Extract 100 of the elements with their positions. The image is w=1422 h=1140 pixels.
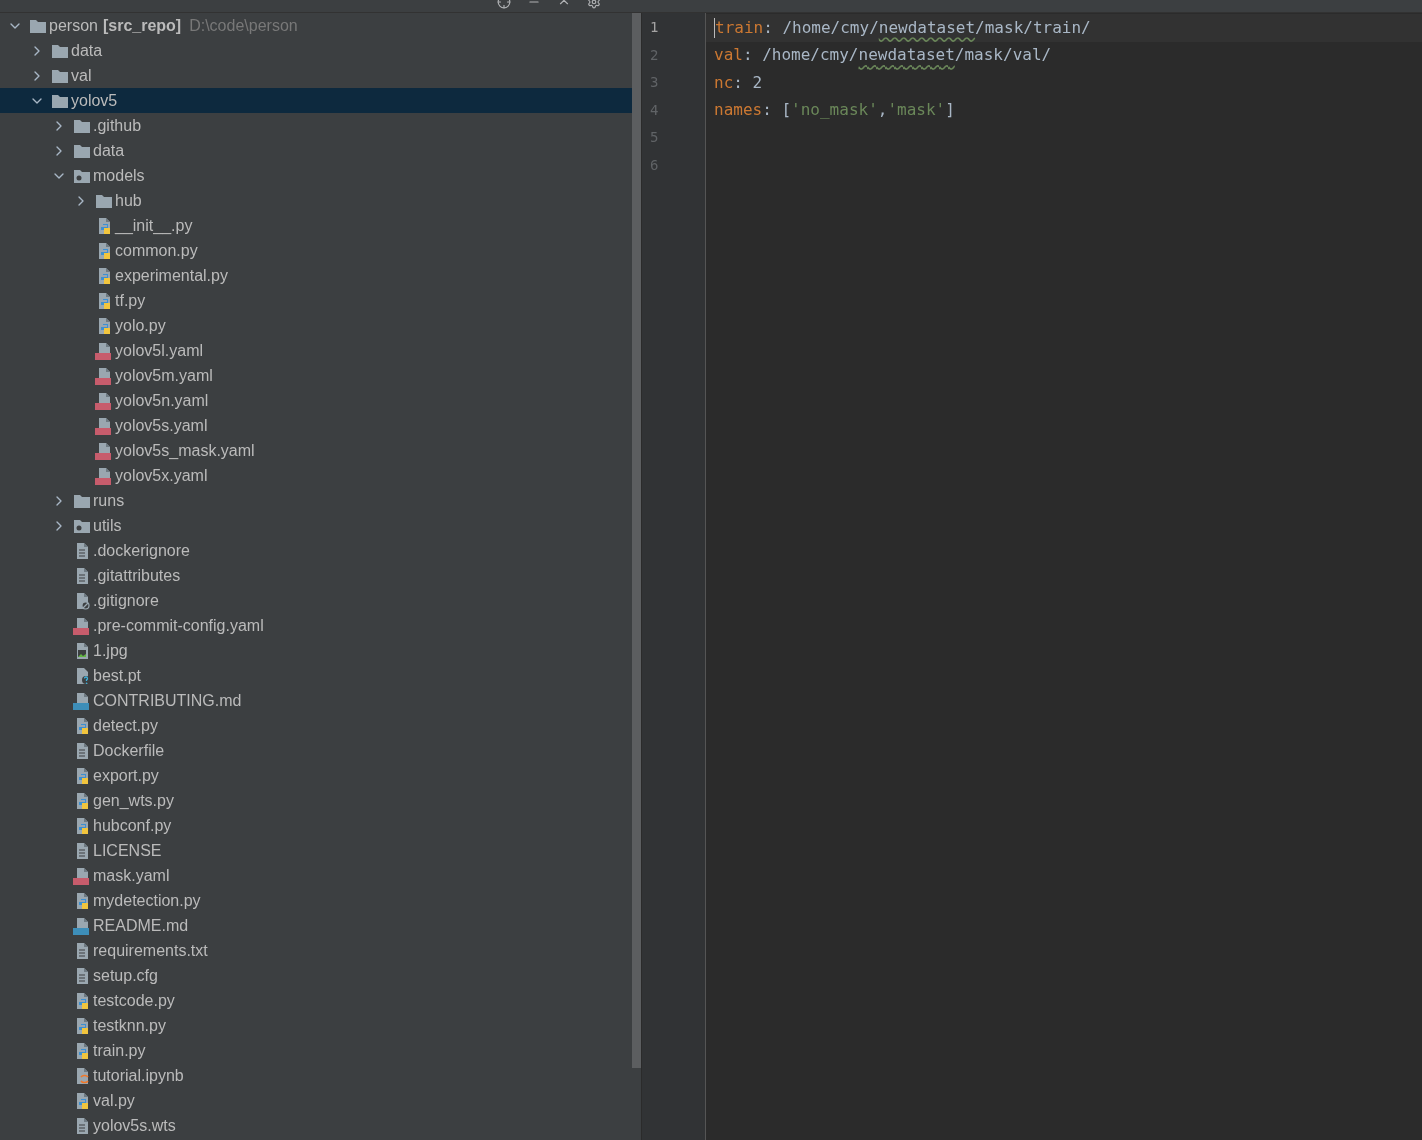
tree-row[interactable]: data <box>0 138 632 163</box>
tree-item-label: mask.yaml <box>93 865 170 886</box>
tree-item-label: val <box>71 65 92 86</box>
tree-item-label: hub <box>115 190 142 211</box>
tree-row[interactable]: tutorial.ipynb <box>0 1063 632 1088</box>
tree-item-label: utils <box>93 515 122 536</box>
tree-row[interactable]: hubconf.py <box>0 813 632 838</box>
tree-item-label: val.py <box>93 1090 135 1111</box>
tree-row[interactable]: .github <box>0 113 632 138</box>
yaml-file-icon <box>95 416 113 435</box>
tree-row[interactable]: .pre-commit-config.yaml <box>0 613 632 638</box>
tree-row[interactable]: mask.yaml <box>0 863 632 888</box>
folder-icon <box>73 142 91 159</box>
tree-row[interactable]: mydetection.py <box>0 888 632 913</box>
tree-item-label: yolov5m.yaml <box>115 365 213 386</box>
tree-row[interactable]: LICENSE <box>0 838 632 863</box>
tree-item-label: .github <box>93 115 142 136</box>
tree-row[interactable]: val <box>0 63 632 88</box>
tree-row[interactable]: requirements.txt <box>0 938 632 963</box>
folder-icon <box>73 117 91 134</box>
tree-item-label: experimental.py <box>115 265 228 286</box>
tree-item-label: Dockerfile <box>93 740 165 761</box>
tree-row[interactable]: yolov5s.wts <box>0 1113 632 1138</box>
tree-item-label: README.md <box>93 915 189 936</box>
tree-item-label: yolov5n.yaml <box>115 390 209 411</box>
yaml-file-icon <box>95 441 113 460</box>
tree-row[interactable]: yolov5 <box>0 88 632 113</box>
tree-row[interactable]: experimental.py <box>0 263 632 288</box>
tree-row[interactable]: gen_wts.py <box>0 788 632 813</box>
tree-row[interactable]: detect.py <box>0 713 632 738</box>
tree-item-label: __init__.py <box>115 215 193 237</box>
tree-row[interactable]: .gitattributes <box>0 563 632 588</box>
tree-item-label: setup.cfg <box>93 965 158 986</box>
tree-item-label: testknn.py <box>93 1015 166 1036</box>
yaml-file-icon <box>73 616 91 635</box>
tree-row[interactable]: yolov5s.yaml <box>0 413 632 438</box>
yaml-file-icon <box>73 866 91 885</box>
tree-row[interactable]: testcode.py <box>0 988 632 1013</box>
tree-row[interactable]: yolov5l.yaml <box>0 338 632 363</box>
tree-row[interactable]: data <box>0 38 632 63</box>
tree-row[interactable]: .dockerignore <box>0 538 632 563</box>
tree-row[interactable]: yolov5x.yaml <box>0 463 632 488</box>
tree-item-label: person <box>49 15 98 36</box>
tree-item-label: yolov5s.wts <box>93 1115 176 1136</box>
tree-row[interactable]: best.pt <box>0 663 632 688</box>
tree-row[interactable]: tf.py <box>0 288 632 313</box>
tree-item-label: mydetection.py <box>93 890 201 911</box>
yaml-file-icon <box>95 391 113 410</box>
tree-item-label: .gitattributes <box>93 565 181 586</box>
markdown-file-icon <box>73 916 91 935</box>
folder-icon <box>51 42 69 59</box>
tree-row[interactable]: yolov5s_mask.yaml <box>0 438 632 463</box>
code-line: names: ['no_mask','mask'] <box>713 99 956 122</box>
tree-row[interactable]: models <box>0 163 632 188</box>
tree-row[interactable]: testknn.py <box>0 1013 632 1038</box>
line-number: 1 <box>649 18 660 37</box>
tree-row[interactable]: __init__.py <box>0 213 632 238</box>
folder-icon <box>29 17 47 34</box>
tree-row[interactable]: README.md <box>0 913 632 938</box>
tree-item-label: yolov5s_mask.yaml <box>115 440 255 461</box>
folder-icon <box>51 67 69 84</box>
tree-item-label: data <box>71 40 103 61</box>
tree-item-label: 1.jpg <box>93 640 128 661</box>
tree-row[interactable]: export.py <box>0 763 632 788</box>
tree-row[interactable]: yolov5m.yaml <box>0 363 632 388</box>
tree-row[interactable]: train.py <box>0 1038 632 1063</box>
tree-item-label: CONTRIBUTING.md <box>93 690 242 711</box>
tree-item-label: runs <box>93 490 125 511</box>
tree-row[interactable]: common.py <box>0 238 632 263</box>
tree-row[interactable]: hub <box>0 188 632 213</box>
tree-item-label: gen_wts.py <box>93 790 174 811</box>
tree-item-label: export.py <box>93 765 159 786</box>
tree-row[interactable]: CONTRIBUTING.md <box>0 688 632 713</box>
tree-row[interactable]: yolov5n.yaml <box>0 388 632 413</box>
tree-row[interactable]: person [src_repo] D:\code\person <box>0 13 632 38</box>
tree-row[interactable]: 1.jpg <box>0 638 632 663</box>
tree-row[interactable]: Dockerfile <box>0 738 632 763</box>
module-tag: [src_repo] <box>102 13 182 38</box>
yaml-file-icon <box>95 341 113 360</box>
tree-item-label: yolov5x.yaml <box>115 465 208 486</box>
folder-icon <box>73 492 91 509</box>
tree-row[interactable]: val.py <box>0 1088 632 1113</box>
tree-item-label: hubconf.py <box>93 815 172 836</box>
tree-item-label: yolov5s.yaml <box>115 415 208 436</box>
tree-item-label: data <box>93 140 125 161</box>
tree-item-label: tutorial.ipynb <box>93 1065 184 1086</box>
tree-item-label: train.py <box>93 1040 146 1061</box>
tree-item-label: LICENSE <box>93 840 162 861</box>
tree-row[interactable]: .gitignore <box>0 588 632 613</box>
project-path: D:\code\person <box>189 15 298 36</box>
tree-row[interactable]: setup.cfg <box>0 963 632 988</box>
tree-item-label: .gitignore <box>93 590 159 611</box>
folder-icon <box>95 192 113 209</box>
tree-row[interactable]: runs <box>0 488 632 513</box>
tree-item-label: yolov5 <box>71 90 118 111</box>
tree-row[interactable]: utils <box>0 513 632 538</box>
tree-row[interactable]: yolo.py <box>0 313 632 338</box>
tree-item-label: requirements.txt <box>93 940 208 961</box>
code-line: nc: 2 <box>713 71 764 94</box>
tree-item-label: .dockerignore <box>93 540 190 561</box>
